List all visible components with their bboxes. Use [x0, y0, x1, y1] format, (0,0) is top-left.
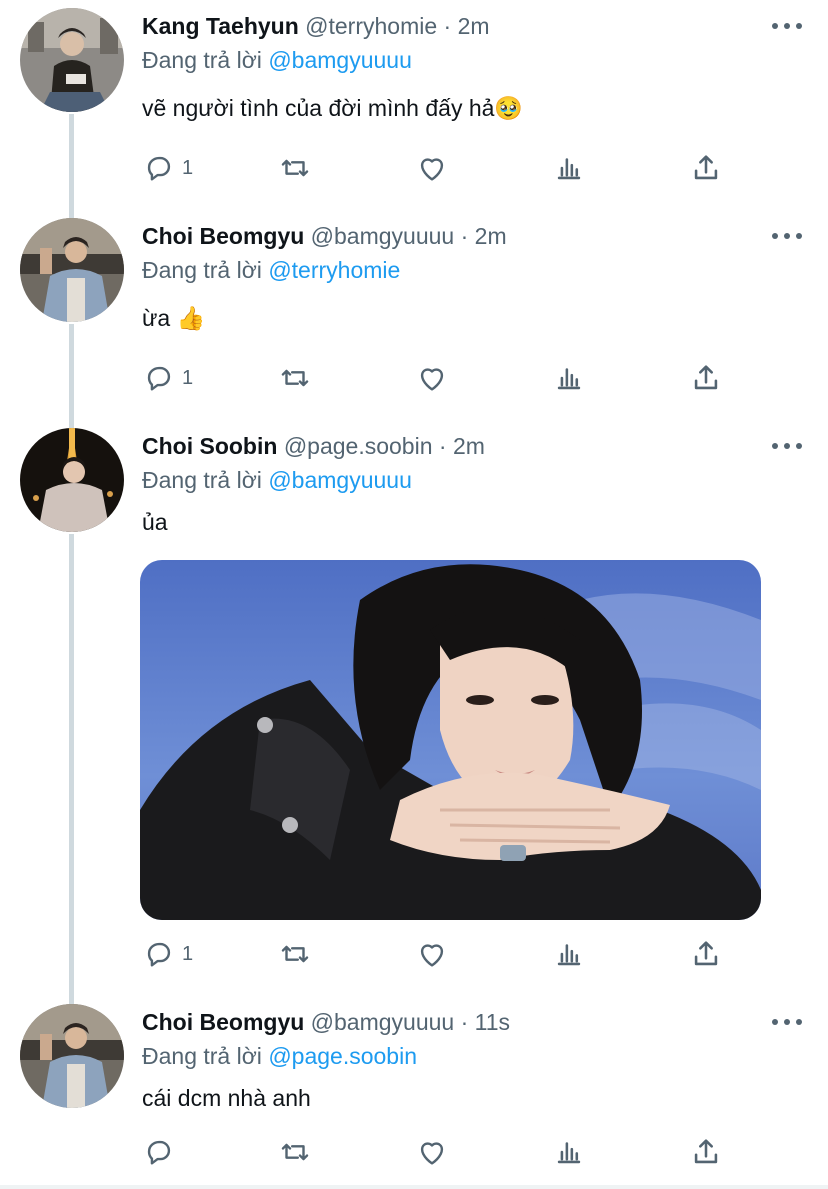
user-handle[interactable]: @bamgyuuuu: [311, 1009, 455, 1035]
reply-button[interactable]: 1: [142, 360, 193, 396]
tweet-header: Choi Soobin @page.soobin · 2m: [142, 432, 485, 460]
display-name[interactable]: Choi Beomgyu: [142, 223, 304, 249]
reply-button[interactable]: 1: [142, 150, 193, 186]
tweet-text: ừa 👍: [142, 305, 206, 331]
reply-icon: [147, 366, 171, 391]
reply-icon: [147, 942, 171, 967]
retweet-button[interactable]: [278, 1134, 312, 1170]
action-bar: 1: [142, 360, 742, 396]
user-handle[interactable]: @bamgyuuuu: [311, 223, 455, 249]
retweet-button[interactable]: [278, 936, 312, 972]
reply-count: 1: [182, 366, 194, 389]
display-name[interactable]: Choi Beomgyu: [142, 1009, 304, 1035]
timestamp[interactable]: · 2m: [461, 223, 507, 249]
views-button[interactable]: [552, 150, 586, 186]
views-button[interactable]: [552, 1134, 586, 1170]
tweet-media-image[interactable]: [140, 560, 761, 920]
share-button[interactable]: [689, 150, 723, 186]
tweet-text: cái dcm nhà anh: [142, 1085, 311, 1111]
timestamp[interactable]: · 2m: [439, 433, 485, 459]
views-icon: [557, 158, 581, 180]
thread-line: [69, 114, 74, 218]
user-handle[interactable]: @terryhomie: [305, 13, 437, 39]
reply-button[interactable]: [142, 1134, 176, 1170]
replying-to: Đang trả lời @bamgyuuuu: [142, 466, 412, 494]
avatar[interactable]: [20, 1004, 124, 1108]
mention-link[interactable]: @terryhomie: [268, 257, 400, 283]
like-button[interactable]: [415, 150, 449, 186]
reply-count: 1: [182, 942, 194, 965]
display-name[interactable]: Choi Soobin: [142, 433, 277, 459]
more-icon[interactable]: [772, 16, 802, 36]
like-icon: [420, 368, 444, 391]
share-icon: [694, 1139, 718, 1164]
more-icon[interactable]: [772, 226, 802, 246]
replying-label: Đang trả lời: [142, 47, 262, 73]
avatar[interactable]: [20, 8, 124, 112]
share-button[interactable]: [689, 1134, 723, 1170]
like-icon: [420, 944, 444, 967]
mention-link[interactable]: @bamgyuuuu: [268, 467, 412, 493]
like-icon: [420, 1142, 444, 1165]
user-handle[interactable]: @page.soobin: [284, 433, 433, 459]
replying-label: Đang trả lời: [142, 257, 262, 283]
action-bar: [142, 1134, 742, 1170]
views-icon: [557, 944, 581, 966]
reply-icon: [147, 156, 171, 181]
action-bar: 1: [142, 150, 742, 186]
views-icon: [557, 368, 581, 390]
like-button[interactable]: [415, 360, 449, 396]
retweet-button[interactable]: [278, 360, 312, 396]
more-icon[interactable]: [772, 1012, 802, 1032]
like-button[interactable]: [415, 936, 449, 972]
tweet-header: Choi Beomgyu @bamgyuuuu · 11s: [142, 1008, 510, 1036]
avatar[interactable]: [20, 218, 124, 322]
share-button[interactable]: [689, 360, 723, 396]
tweet-text: vẽ người tình của đời mình đấy hả🥹: [142, 95, 524, 121]
tweet-header: Choi Beomgyu @bamgyuuuu · 2m: [142, 222, 507, 250]
replying-to: Đang trả lời @page.soobin: [142, 1042, 417, 1070]
retweet-icon: [281, 945, 309, 963]
replying-label: Đang trả lời: [142, 1043, 262, 1069]
avatar[interactable]: [20, 428, 124, 532]
divider: [0, 1185, 828, 1189]
display-name[interactable]: Kang Taehyun: [142, 13, 299, 39]
tweet-header: Kang Taehyun @terryhomie · 2m: [142, 12, 490, 40]
replying-to: Đang trả lời @terryhomie: [142, 256, 400, 284]
retweet-button[interactable]: [278, 150, 312, 186]
views-icon: [557, 1142, 581, 1164]
thread-line: [69, 534, 74, 1004]
views-button[interactable]: [552, 360, 586, 396]
thread-line: [69, 324, 74, 428]
share-button[interactable]: [689, 936, 723, 972]
retweet-icon: [281, 1143, 309, 1161]
mention-link[interactable]: @bamgyuuuu: [268, 47, 412, 73]
share-icon: [694, 365, 718, 390]
share-icon: [694, 941, 718, 966]
action-bar: 1: [142, 936, 742, 972]
share-icon: [694, 155, 718, 180]
timestamp[interactable]: · 11s: [461, 1009, 510, 1035]
retweet-icon: [281, 369, 309, 387]
views-button[interactable]: [552, 936, 586, 972]
timestamp[interactable]: · 2m: [444, 13, 490, 39]
more-icon[interactable]: [772, 436, 802, 456]
tweet-text: ủa: [142, 509, 168, 535]
reply-count: 1: [182, 156, 194, 179]
mention-link[interactable]: @page.soobin: [268, 1043, 417, 1069]
retweet-icon: [281, 159, 309, 177]
like-button[interactable]: [415, 1134, 449, 1170]
replying-to: Đang trả lời @bamgyuuuu: [142, 46, 412, 74]
reply-button[interactable]: 1: [142, 936, 193, 972]
like-icon: [420, 158, 444, 181]
reply-icon: [147, 1140, 171, 1165]
replying-label: Đang trả lời: [142, 467, 262, 493]
